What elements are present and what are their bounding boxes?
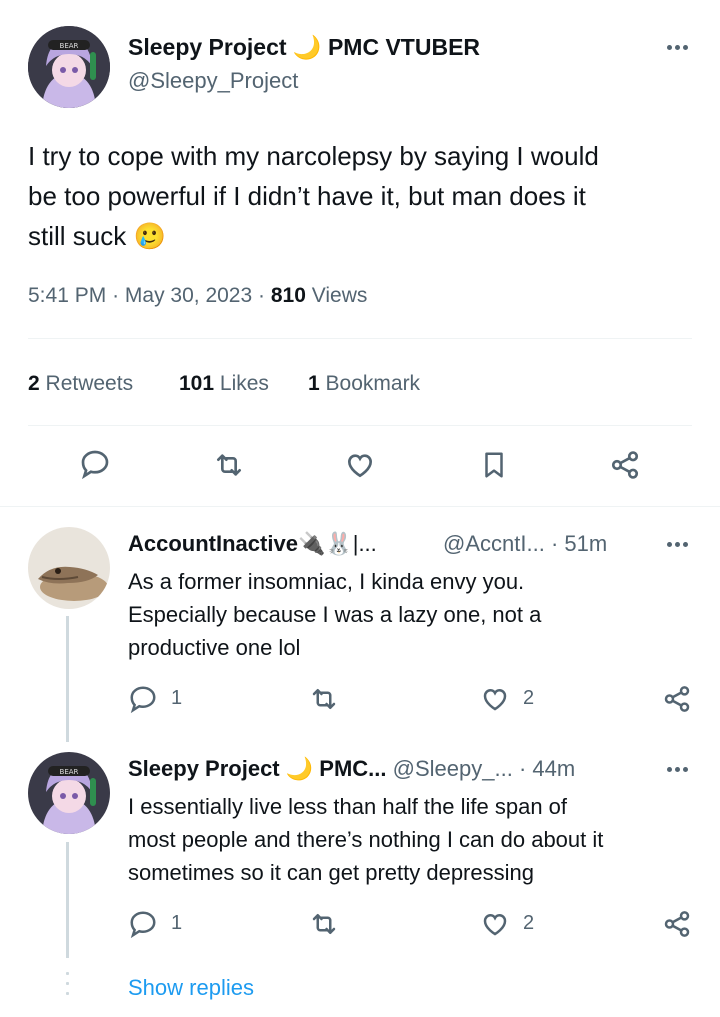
reply-handle[interactable]: @Sleepy_... <box>393 756 513 781</box>
bookmarks-count: 1 <box>308 372 320 395</box>
author-handle[interactable]: @Sleepy_Project <box>128 68 298 94</box>
share-icon[interactable] <box>662 909 692 939</box>
tweet-text-line: be too powerful if I didn’t have it, but… <box>28 181 586 211</box>
bookmarks-stat[interactable]: 1 Bookmark <box>308 372 420 395</box>
views-count: 810 <box>270 284 306 307</box>
retweets-label: Retweets <box>45 372 134 395</box>
tweet-text: I try to cope with my narcolepsy by sayi… <box>28 136 698 256</box>
reply-text: As a former insomniac, I kinda envy you.… <box>128 565 698 664</box>
thread-dot <box>66 992 69 995</box>
meta-sep: · <box>550 531 559 556</box>
reply-author-avatar[interactable]: BEAR <box>28 752 110 834</box>
reply-display-name[interactable]: AccountInactive <box>128 531 298 556</box>
reply-count: 1 <box>171 687 183 709</box>
retweet-icon[interactable] <box>213 449 245 481</box>
reply-text-line: productive one lol <box>128 635 301 660</box>
show-replies-link[interactable]: Show replies <box>128 975 254 1001</box>
meta-sep: · <box>518 756 527 781</box>
reply-text-line: Especially because I was a lazy one, not… <box>128 602 542 627</box>
author-display-name[interactable]: Sleepy Project <box>128 34 287 60</box>
name-suffix-emojis: 🔌🐰|... <box>297 531 377 556</box>
likes-label: Likes <box>219 372 269 395</box>
bookmark-icon[interactable] <box>479 449 509 481</box>
reply-author-avatar[interactable] <box>28 527 110 609</box>
reply-icon[interactable] <box>128 684 158 714</box>
crying-smile-emoji: 🥲 <box>133 221 166 251</box>
views-label: Views <box>311 284 368 307</box>
tweet-text-line: I try to cope with my narcolepsy by sayi… <box>28 141 599 171</box>
reply-icon[interactable] <box>128 909 158 939</box>
likes-stat[interactable]: 101 Likes <box>179 372 269 395</box>
thread-dot <box>66 982 69 985</box>
reply-text-line: I essentially live less than half the li… <box>128 794 568 819</box>
like-count: 2 <box>523 912 535 934</box>
tweet-date[interactable]: May 30, 2023 <box>125 284 252 307</box>
share-icon[interactable] <box>609 449 641 481</box>
like-count: 2 <box>523 687 535 709</box>
more-icon[interactable] <box>667 45 688 50</box>
reply-text-line: most people and there’s nothing I can do… <box>128 827 604 852</box>
svg-text:BEAR: BEAR <box>60 768 79 776</box>
moon-emoji: 🌙 <box>285 756 314 781</box>
retweets-stat[interactable]: 2 Retweets <box>28 372 133 395</box>
like-icon[interactable] <box>344 449 376 481</box>
thread-line <box>66 616 69 742</box>
svg-text:BEAR: BEAR <box>60 42 79 50</box>
divider <box>28 338 692 339</box>
like-icon[interactable] <box>480 909 510 939</box>
meta-sep: · <box>258 284 266 307</box>
reply-badge-text[interactable]: PMC... <box>319 756 386 781</box>
like-icon[interactable] <box>480 684 510 714</box>
reply-text: I essentially live less than half the li… <box>128 790 708 889</box>
reply-text-line: As a former insomniac, I kinda envy you. <box>128 569 525 594</box>
reply-display-name[interactable]: Sleepy Project <box>128 756 280 781</box>
author-badge-text[interactable]: PMC VTUBER <box>328 34 480 60</box>
reply-time[interactable]: 51m <box>564 531 607 556</box>
divider <box>28 425 692 426</box>
reply-time[interactable]: 44m <box>532 756 575 781</box>
thread-line <box>66 842 69 958</box>
thread-dot <box>66 972 69 975</box>
bookmarks-label: Bookmark <box>325 372 421 395</box>
reply-count: 1 <box>171 912 183 934</box>
tweet-time[interactable]: 5:41 PM <box>28 284 106 307</box>
moon-emoji: 🌙 <box>292 34 322 60</box>
retweet-icon[interactable] <box>309 909 339 939</box>
tweet-stats: 2 Retweets <box>28 372 133 396</box>
reply-icon[interactable] <box>79 448 111 480</box>
more-icon[interactable] <box>667 542 688 547</box>
likes-count: 101 <box>179 372 215 395</box>
tweet-meta: 5:41 PM · May 30, 2023 · 810 Views <box>28 284 367 308</box>
tweet-text-line: still suck <box>28 221 127 251</box>
more-icon[interactable] <box>667 767 688 772</box>
share-icon[interactable] <box>662 684 692 714</box>
reply-handle[interactable]: @AccntI... <box>443 531 545 556</box>
divider <box>0 506 720 507</box>
retweet-icon[interactable] <box>309 684 339 714</box>
reply-text-line: sometimes so it can get pretty depressin… <box>128 860 534 885</box>
retweets-count: 2 <box>28 372 40 395</box>
author-avatar[interactable]: BEAR <box>28 26 110 108</box>
meta-sep: · <box>112 284 120 307</box>
